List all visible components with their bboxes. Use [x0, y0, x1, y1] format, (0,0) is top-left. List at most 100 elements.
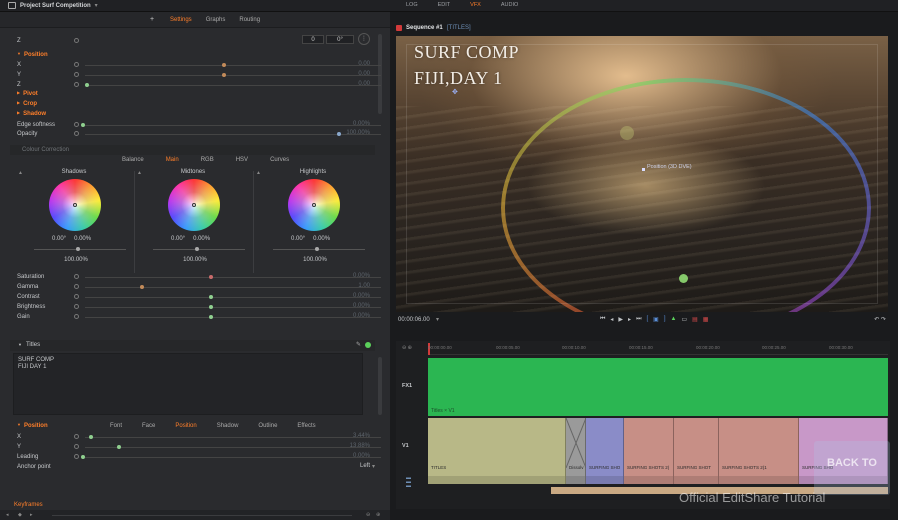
more-icon[interactable]: ⋮ — [358, 33, 370, 45]
title-text-editor[interactable]: SURF COMP FIJI DAY 1 — [13, 353, 363, 415]
keyframe-icon[interactable] — [74, 444, 79, 449]
tab-position[interactable]: Position — [175, 423, 196, 429]
overlay-icon[interactable]: ▤ — [692, 316, 698, 323]
position-x-knob[interactable] — [222, 63, 226, 67]
go-to-start-icon[interactable]: ⏮ — [600, 316, 605, 323]
shadows-level-knob[interactable] — [76, 247, 80, 251]
timeline-zoom-icons[interactable]: ⊖ ⊕ — [402, 345, 412, 351]
title-y-value[interactable]: 13.88% — [330, 443, 370, 449]
opacity-value[interactable]: 100.00% — [330, 130, 370, 136]
gamma-knob[interactable] — [140, 285, 144, 289]
title-overlay-line2[interactable]: FIJI,DAY 1 — [414, 68, 503, 89]
grid-icon[interactable]: ▦ — [703, 316, 709, 323]
mode-tab-log[interactable]: LOG — [396, 0, 428, 12]
anchor-point-select[interactable]: Left — [330, 463, 370, 469]
keyframe-icon[interactable] — [74, 122, 79, 127]
timeline-clip[interactable]: SURFING SHO — [586, 418, 624, 484]
shadows-sat-value[interactable]: 0.00% — [74, 236, 91, 242]
shadows-color-wheel[interactable] — [49, 179, 101, 231]
edge-softness-knob[interactable] — [81, 123, 85, 127]
position-z-value[interactable]: 0.00 — [330, 81, 370, 87]
midtones-color-wheel[interactable] — [168, 179, 220, 231]
tab-graphs[interactable]: Graphs — [206, 17, 226, 23]
titles-scrollbar[interactable] — [378, 357, 382, 415]
next-keyframe-icon[interactable]: ▸ — [30, 512, 33, 518]
leading-knob[interactable] — [81, 455, 85, 459]
keyframe-icon[interactable] — [74, 38, 79, 43]
saturation-knob[interactable] — [209, 275, 213, 279]
keyframe-icon[interactable] — [74, 72, 79, 77]
chevron-down-icon[interactable]: ▾ — [372, 463, 375, 470]
undo-redo-icons[interactable]: ↶ ↷ — [874, 316, 886, 323]
tab-balance[interactable]: Balance — [122, 157, 144, 163]
keyframe-icon[interactable] — [74, 314, 79, 319]
position-handle-label[interactable]: Position (3D DVE) — [642, 164, 692, 171]
highlights-level-value[interactable]: 100.00% — [255, 257, 375, 263]
keyframe-icon[interactable] — [74, 284, 79, 289]
shadow-section[interactable]: Shadow — [17, 111, 46, 117]
track-options-icon[interactable]: ▬ ▬ ▬ — [406, 476, 411, 489]
keyframe-icon[interactable] — [74, 454, 79, 459]
keyframe-track[interactable] — [52, 515, 352, 516]
enabled-indicator[interactable] — [365, 342, 371, 348]
highlights-level-knob[interactable] — [315, 247, 319, 251]
z-field-2[interactable]: 0° — [326, 35, 354, 44]
insert-icon[interactable]: ▲ — [670, 316, 676, 323]
position-z-knob[interactable] — [85, 83, 89, 87]
highlights-sat-value[interactable]: 0.00% — [313, 236, 330, 242]
timeline-clip[interactable]: SURFING SHOT — [674, 418, 719, 484]
mark-in-icon[interactable]: [ — [646, 316, 648, 323]
tab-effects[interactable]: Effects — [297, 423, 315, 429]
project-menu[interactable]: Project Surf Competition ▾ — [8, 2, 98, 9]
mode-tab-audio[interactable]: AUDIO — [491, 0, 528, 12]
saturation-value[interactable]: 0.00% — [330, 273, 370, 279]
keyframe-icon[interactable] — [74, 131, 79, 136]
step-back-icon[interactable]: ◂ — [610, 316, 613, 323]
midtones-hue-value[interactable]: 0.00° — [171, 236, 185, 242]
prev-keyframe-icon[interactable]: ◂ — [6, 512, 9, 518]
leading-value[interactable]: 0.00% — [330, 453, 370, 459]
position-section[interactable]: Position — [17, 52, 48, 58]
video-viewer[interactable]: SURF COMP FIJI,DAY 1 ✥ Position (3D DVE) — [396, 36, 888, 312]
title-overlay-line1[interactable]: SURF COMP — [414, 42, 519, 63]
tab-routing[interactable]: Routing — [239, 17, 260, 23]
tab-face[interactable]: Face — [142, 423, 155, 429]
midtones-level-track[interactable] — [153, 247, 245, 251]
safe-area-icon[interactable]: ▭ — [681, 316, 687, 323]
keyframe-icon[interactable] — [74, 82, 79, 87]
gamma-value[interactable]: 1.00 — [330, 283, 370, 289]
fx-clip[interactable]: Titles × V1 — [428, 358, 888, 416]
shadows-hue-value[interactable]: 0.00° — [52, 236, 66, 242]
timeline-clip[interactable]: Dissolv — [566, 418, 586, 484]
scrollbar[interactable] — [378, 34, 382, 114]
titles-header[interactable]: Titles ✎ — [10, 340, 375, 351]
keyframe-icon[interactable] — [74, 274, 79, 279]
position-y-value[interactable]: 0.00 — [330, 71, 370, 77]
highlights-color-wheel[interactable] — [288, 179, 340, 231]
mode-tab-edit[interactable]: EDIT — [428, 0, 461, 12]
position-x-value[interactable]: 0.00 — [330, 61, 370, 67]
tab-main[interactable]: Main — [166, 157, 179, 163]
wheel-handle[interactable] — [312, 203, 316, 207]
zoom-in-icon[interactable]: ⊕ — [376, 512, 380, 518]
timeline-clip[interactable]: SURFING SHOTS 2( — [624, 418, 674, 484]
tab-shadow[interactable]: Shadow — [217, 423, 239, 429]
tab-outline[interactable]: Outline — [258, 423, 277, 429]
tab-settings[interactable]: Settings — [170, 17, 192, 23]
timeline-clip[interactable]: SURFING SHOTS 2(1 — [719, 418, 799, 484]
chevron-down-icon[interactable]: ▾ — [436, 316, 439, 323]
highlights-hue-value[interactable]: 0.00° — [291, 236, 305, 242]
wheel-handle[interactable] — [192, 203, 196, 207]
tab-hsv[interactable]: HSV — [236, 157, 248, 163]
title-x-knob[interactable] — [89, 435, 93, 439]
fx1-track-label[interactable]: FX1 — [402, 383, 412, 389]
colour-correction-header[interactable]: Colour Correction — [10, 145, 375, 155]
wrench-icon[interactable]: ✎ — [356, 341, 361, 348]
z-field-1[interactable]: 0 — [302, 35, 324, 44]
shadows-level-value[interactable]: 100.00% — [16, 257, 136, 263]
pivot-section[interactable]: Pivot — [17, 91, 38, 97]
keyframe-icon[interactable] — [74, 62, 79, 67]
title-x-value[interactable]: 3.44% — [330, 433, 370, 439]
edge-softness-value[interactable]: 0.00% — [330, 121, 370, 127]
mark-clip-icon[interactable]: ▣ — [653, 316, 659, 323]
